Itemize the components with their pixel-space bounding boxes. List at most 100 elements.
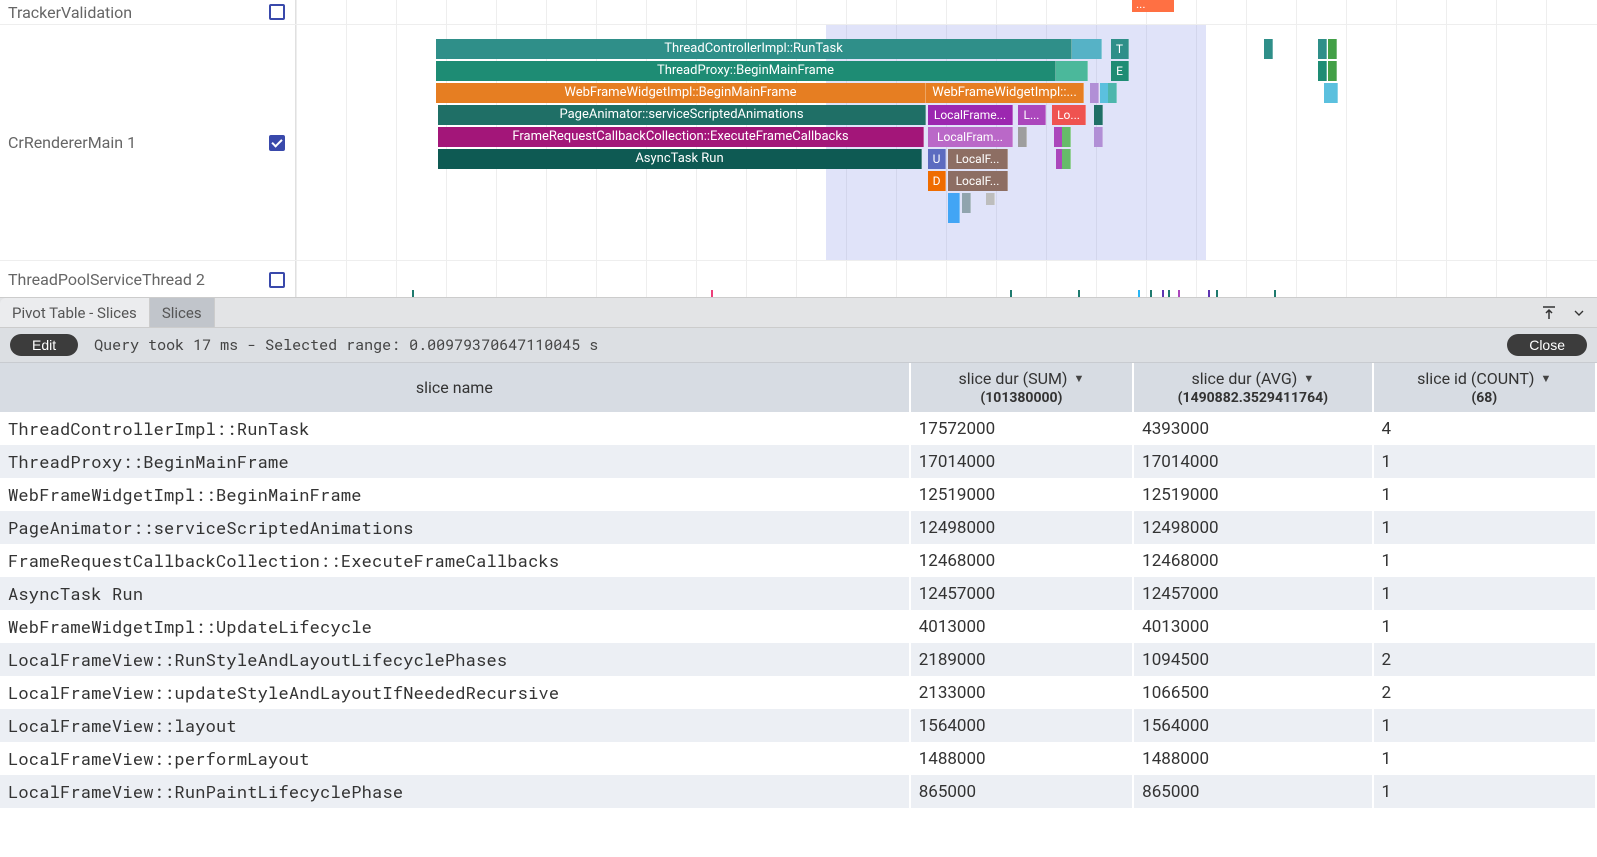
cell-slice-dur-sum: 865000	[910, 775, 1133, 808]
tab-slices[interactable]: Slices	[150, 298, 215, 327]
header-label: slice dur (AVG)	[1191, 369, 1297, 388]
tick	[412, 290, 414, 298]
table-row[interactable]: LocalFrameView::performLayout14880001488…	[0, 742, 1596, 775]
table-row[interactable]: WebFrameWidgetImpl::UpdateLifecycle40130…	[0, 610, 1596, 643]
slices-table-wrap[interactable]: slice name slice dur (SUM) ▼ (101380000)…	[0, 363, 1597, 857]
slice-extra[interactable]	[1108, 83, 1117, 103]
col-header-slice-dur-sum[interactable]: slice dur (SUM) ▼ (101380000)	[910, 363, 1133, 412]
slice-extra[interactable]	[1328, 39, 1337, 59]
tick	[1274, 290, 1276, 298]
slice-d[interactable]: D	[928, 171, 946, 191]
tick	[1150, 290, 1152, 298]
cell-slice-dur-sum: 12498000	[910, 511, 1133, 544]
slice-extra[interactable]	[1324, 83, 1338, 103]
tick	[1168, 290, 1170, 298]
cell-slice-dur-avg: 1066500	[1133, 676, 1372, 709]
cell-slice-dur-sum: 2133000	[910, 676, 1133, 709]
slice-threadproxy-beginmainframe[interactable]: ThreadProxy::BeginMainFrame	[436, 61, 1056, 81]
tab-pivot-table[interactable]: Pivot Table - Slices	[0, 298, 150, 327]
slice-extra[interactable]	[962, 193, 971, 213]
slice-asynctask-run[interactable]: AsyncTask Run	[438, 149, 922, 169]
slice-localframeview-d[interactable]: LocalFram...	[928, 127, 1013, 147]
slices-table: slice name slice dur (SUM) ▼ (101380000)…	[0, 363, 1597, 808]
col-header-slice-dur-avg[interactable]: slice dur (AVG) ▼ (1490882.3529411764)	[1133, 363, 1372, 412]
table-row[interactable]: FrameRequestCallbackCollection::ExecuteF…	[0, 544, 1596, 577]
cell-slice-name: WebFrameWidgetImpl::UpdateLifecycle	[0, 610, 910, 643]
slice-pageanimator[interactable]: PageAnimator::serviceScriptedAnimations	[438, 105, 926, 125]
table-row[interactable]: WebFrameWidgetImpl::BeginMainFrame125190…	[0, 478, 1596, 511]
table-row[interactable]: LocalFrameView::RunPaintLifecyclePhase86…	[0, 775, 1596, 808]
slice-extra[interactable]	[1090, 83, 1099, 103]
cell-slice-name: ThreadProxy::BeginMainFrame	[0, 445, 910, 478]
slice-extra[interactable]	[1264, 39, 1273, 59]
track-row-cr-renderer-main: CrRendererMain 1 ThreadControllerImpl::R…	[0, 24, 1597, 260]
cell-slice-name: LocalFrameView::layout	[0, 709, 910, 742]
gridlines	[296, 0, 1597, 24]
cell-slice-name: ThreadControllerImpl::RunTask	[0, 412, 910, 445]
tick	[1162, 290, 1164, 298]
table-row[interactable]: ThreadControllerImpl::RunTask17572000439…	[0, 412, 1596, 445]
slice-webframewidget-beginmainframe[interactable]: WebFrameWidgetImpl::BeginMainFrame	[436, 83, 926, 103]
track-body[interactable]: ThreadControllerImpl::RunTask T ThreadPr…	[296, 25, 1597, 260]
track-checkbox[interactable]	[269, 272, 285, 288]
table-row[interactable]: LocalFrameView::RunStyleAndLayoutLifecyc…	[0, 643, 1596, 676]
slice-extra[interactable]	[948, 193, 960, 223]
col-header-slice-id-count[interactable]: slice id (COUNT) ▼ (68)	[1373, 363, 1596, 412]
cell-slice-name: LocalFrameView::RunPaintLifecyclePhase	[0, 775, 910, 808]
track-label: TrackerValidation	[0, 0, 296, 24]
cell-slice-dur-sum: 17572000	[910, 412, 1133, 445]
slice-extra[interactable]	[1018, 127, 1027, 147]
slice-extra[interactable]	[1094, 105, 1103, 125]
header-label: slice id (COUNT)	[1417, 369, 1534, 388]
slice-localf-a[interactable]: LocalF...	[948, 149, 1008, 169]
track-body[interactable]: ...	[296, 0, 1597, 24]
sort-desc-icon: ▼	[1540, 372, 1551, 385]
slice-t[interactable]: T	[1111, 39, 1129, 59]
slice-localframeview-b[interactable]: L...	[1018, 105, 1046, 125]
move-up-icon[interactable]	[1539, 303, 1559, 323]
cell-slice-id-count: 2	[1373, 676, 1596, 709]
cell-slice-id-count: 1	[1373, 742, 1596, 775]
cell-slice-dur-sum: 12457000	[910, 577, 1133, 610]
close-button[interactable]: Close	[1507, 334, 1587, 356]
slice-unknown[interactable]	[1056, 61, 1088, 81]
slice-e[interactable]: E	[1111, 61, 1129, 81]
slice-extra[interactable]	[1318, 61, 1327, 81]
slice-localframeview-a[interactable]: LocalFrame...	[928, 105, 1013, 125]
slice-framerequestcallback[interactable]: FrameRequestCallbackCollection::ExecuteF…	[438, 127, 924, 147]
header-subtotal: (68)	[1382, 390, 1587, 406]
header-label: slice dur (SUM)	[958, 369, 1067, 388]
cell-slice-name: PageAnimator::serviceScriptedAnimations	[0, 511, 910, 544]
slice-extra[interactable]	[1094, 127, 1103, 147]
table-row[interactable]: PageAnimator::serviceScriptedAnimations1…	[0, 511, 1596, 544]
slice-extra[interactable]	[1062, 127, 1071, 147]
cell-slice-name: AsyncTask Run	[0, 577, 910, 610]
slice-extra[interactable]	[1328, 61, 1337, 81]
cell-slice-dur-sum: 2189000	[910, 643, 1133, 676]
timeline-panel: TrackerValidation ... CrRendererMain 1 T…	[0, 0, 1597, 298]
chevron-down-icon[interactable]	[1569, 303, 1589, 323]
table-row[interactable]: AsyncTask Run12457000124570001	[0, 577, 1596, 610]
track-checkbox[interactable]	[269, 4, 285, 20]
table-row[interactable]: LocalFrameView::layout156400015640001	[0, 709, 1596, 742]
table-row[interactable]: LocalFrameView::updateStyleAndLayoutIfNe…	[0, 676, 1596, 709]
slice-u[interactable]: U	[928, 149, 946, 169]
slice-localframeview-c[interactable]: Lo...	[1052, 105, 1086, 125]
tick	[1216, 290, 1218, 298]
header-subtotal: (1490882.3529411764)	[1142, 390, 1363, 406]
slice-extra[interactable]	[1318, 39, 1327, 59]
cell-slice-dur-avg: 4393000	[1133, 412, 1372, 445]
table-row[interactable]: ThreadProxy::BeginMainFrame1701400017014…	[0, 445, 1596, 478]
track-checkbox[interactable]	[269, 135, 285, 151]
cell-slice-name: LocalFrameView::updateStyleAndLayoutIfNe…	[0, 676, 910, 709]
slice-extra[interactable]	[986, 193, 995, 205]
slice-extra[interactable]	[1062, 149, 1071, 169]
edit-button[interactable]: Edit	[10, 334, 78, 356]
slice-localf-b[interactable]: LocalF...	[948, 171, 1008, 191]
trace-chip[interactable]: ...	[1132, 0, 1174, 12]
slice-webframewidget-updatelifecycle[interactable]: WebFrameWidgetImpl::...	[926, 83, 1084, 103]
track-body[interactable]	[296, 261, 1597, 298]
slice-threadcontroller-runtask[interactable]: ThreadControllerImpl::RunTask	[436, 39, 1072, 59]
col-header-slice-name[interactable]: slice name	[0, 363, 910, 412]
slice-unknown[interactable]	[1072, 39, 1102, 59]
